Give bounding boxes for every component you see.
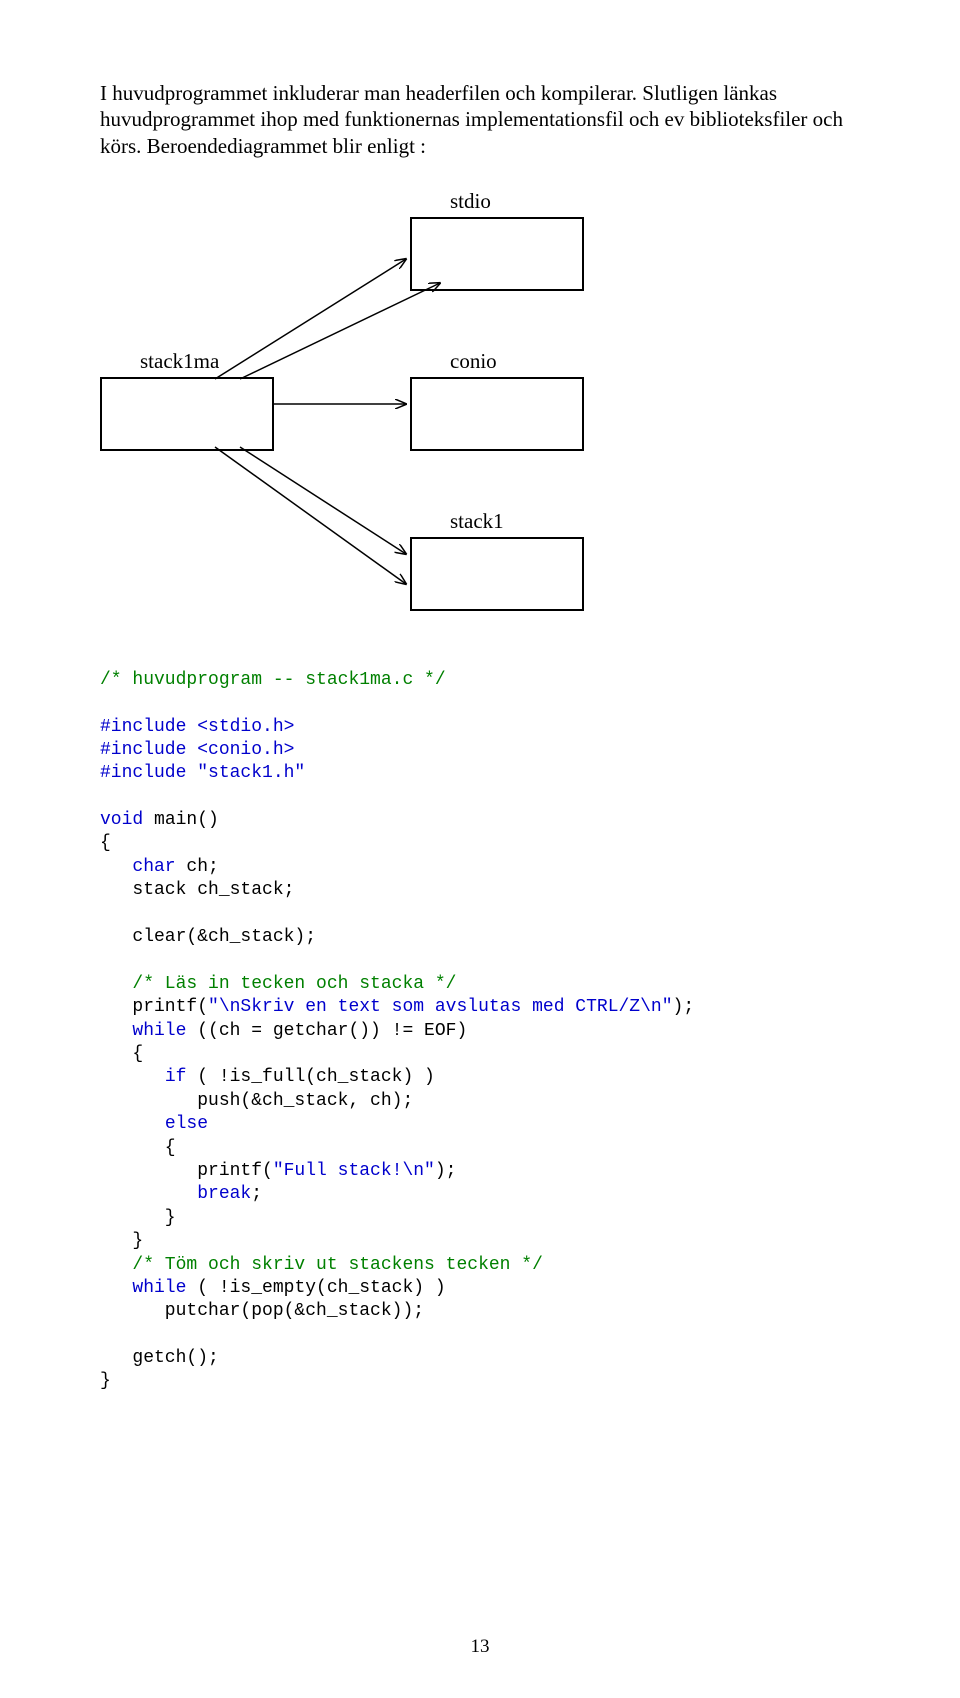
code-comment: /* Töm och skriv ut stackens tecken */ [132,1255,542,1275]
code-include: #include <stdio.h> [100,717,294,737]
code-text: ch; [176,857,219,877]
code-include: #include <conio.h> [100,740,294,760]
code-comment: /* Läs in tecken och stacka */ [132,974,456,994]
code-text [100,1184,197,1204]
code-block: /* huvudprogram -- stack1ma.c */ #includ… [100,669,860,1394]
dependency-diagram: stdio stack1ma conio stack1 [100,179,860,639]
code-text: ( !is_empty(ch_stack) ) [186,1278,445,1298]
code-text: printf( [100,1161,273,1181]
code-keyword: break [197,1184,251,1204]
code-text: ; [251,1184,262,1204]
code-keyword: else [165,1114,208,1134]
code-text: { [100,833,111,853]
code-text: main() [143,810,219,830]
diagram-arrows [100,179,860,639]
code-text [100,1278,132,1298]
code-string: "\nSkriv en text som avslutas med CTRL/Z… [208,997,672,1017]
code-text: ); [435,1161,457,1181]
code-text [100,1255,132,1275]
code-string: "Full stack!\n" [273,1161,435,1181]
code-text: putchar(pop(&ch_stack)); [100,1301,424,1321]
code-text: stack ch_stack; [100,880,294,900]
code-text [100,857,132,877]
code-text: { [100,1138,176,1158]
code-text: ((ch = getchar()) != EOF) [186,1021,467,1041]
code-comment: /* huvudprogram -- stack1ma.c */ [100,670,446,690]
code-text [100,974,132,994]
intro-text: I huvudprogrammet inkluderar man headerf… [100,80,860,159]
code-text: clear(&ch_stack); [100,927,316,947]
code-text [100,1067,165,1087]
code-keyword: while [132,1021,186,1041]
code-text: getch(); [100,1348,219,1368]
code-text: ); [673,997,695,1017]
code-include: #include "stack1.h" [100,763,305,783]
code-text [100,1114,165,1134]
code-text: printf( [100,997,208,1017]
code-text: push(&ch_stack, ch); [100,1091,413,1111]
code-keyword: char [132,857,175,877]
code-keyword: if [165,1067,187,1087]
code-keyword: void [100,810,143,830]
code-text: } [100,1231,143,1251]
code-text [100,1021,132,1041]
code-text: { [100,1044,143,1064]
code-keyword: while [132,1278,186,1298]
code-text: } [100,1208,176,1228]
page-number: 13 [0,1636,960,1658]
code-text: ( !is_full(ch_stack) ) [186,1067,434,1087]
code-text: } [100,1371,111,1391]
